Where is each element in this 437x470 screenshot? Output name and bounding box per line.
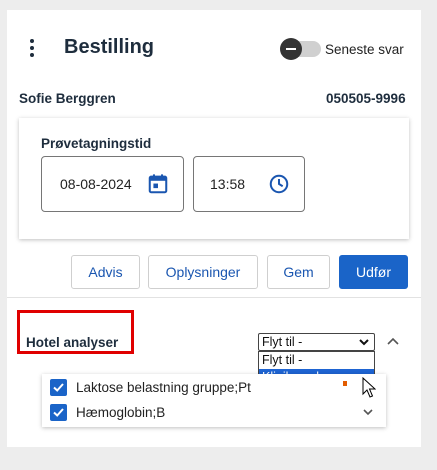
- patient-id: 050505-9996: [326, 91, 406, 106]
- move-to-selected-value: Flyt til -: [262, 335, 303, 349]
- oplysninger-button[interactable]: Oplysninger: [148, 255, 258, 289]
- list-item: Hæmoglobin;B: [50, 402, 165, 422]
- patient-name: Sofie Berggren: [19, 91, 116, 106]
- analyses-list: Laktose belastning gruppe;Pt Hæmoglobin;…: [42, 374, 386, 427]
- toggle-knob: [280, 38, 302, 60]
- check-icon: [53, 407, 64, 417]
- checkbox[interactable]: [50, 403, 67, 421]
- checkbox[interactable]: [50, 378, 67, 396]
- section-title: Hotel analyser: [26, 335, 119, 350]
- chevron-up-icon[interactable]: [385, 335, 401, 347]
- time-field[interactable]: 13:58: [193, 156, 305, 212]
- check-icon: [53, 382, 64, 392]
- dropdown-option[interactable]: Flyt til -: [259, 352, 374, 369]
- analysis-label: Laktose belastning gruppe;Pt: [76, 379, 251, 395]
- udfor-button[interactable]: Udfør: [339, 255, 408, 289]
- section-divider: [7, 297, 421, 298]
- warning-marker-icon: [343, 381, 347, 386]
- latest-answer-toggle-group: Seneste svar: [280, 38, 404, 60]
- sampling-time-label: Prøvetagningstid: [41, 136, 152, 151]
- kebab-menu-icon[interactable]: [26, 36, 38, 60]
- time-value: 13:58: [210, 176, 246, 192]
- list-item: Laktose belastning gruppe;Pt: [50, 377, 251, 397]
- calendar-icon[interactable]: [147, 173, 169, 195]
- date-field[interactable]: 08-08-2024: [41, 156, 184, 212]
- advis-button[interactable]: Advis: [71, 255, 140, 289]
- mouse-cursor-icon: [362, 377, 376, 398]
- chevron-down-icon[interactable]: [362, 407, 374, 417]
- gem-button[interactable]: Gem: [267, 255, 330, 289]
- date-value: 08-08-2024: [60, 176, 132, 192]
- move-to-select[interactable]: Flyt til -: [258, 333, 375, 351]
- latest-answer-label: Seneste svar: [325, 41, 404, 57]
- sampling-time-card: Prøvetagningstid 08-08-2024 13:58: [19, 118, 409, 239]
- analysis-label: Hæmoglobin;B: [76, 404, 166, 420]
- latest-answer-toggle[interactable]: [280, 38, 321, 60]
- clock-icon[interactable]: [268, 173, 290, 195]
- chevron-down-icon: [359, 339, 369, 346]
- page-title: Bestilling: [64, 36, 155, 58]
